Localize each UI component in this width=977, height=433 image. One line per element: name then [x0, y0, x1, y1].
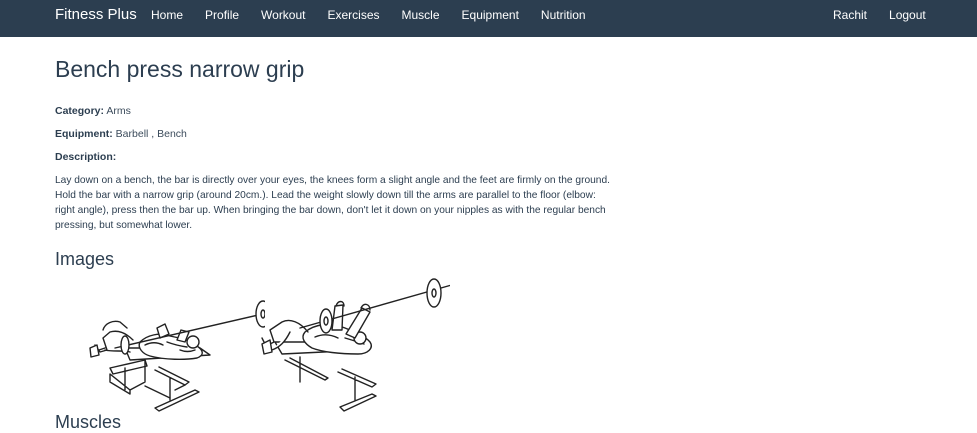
nav-user-link[interactable]: Rachit	[833, 8, 867, 22]
equipment-label: Equipment:	[55, 128, 113, 140]
nav-equipment[interactable]: Equipment	[462, 8, 519, 22]
top-navbar: Fitness Plus Home Profile Workout Exerci…	[0, 0, 977, 37]
logout-link[interactable]: Logout	[889, 8, 926, 22]
category-value: Arms	[106, 105, 131, 117]
exercise-image-start	[85, 290, 281, 415]
description-text: Lay down on a bench, the bar is directly…	[55, 175, 610, 231]
nav-home[interactable]: Home	[151, 8, 183, 22]
nav-nutrition[interactable]: Nutrition	[541, 8, 586, 22]
description-field: Description:	[55, 151, 116, 164]
equipment-value: Barbell , Bench	[115, 128, 187, 140]
exercise-image-end	[260, 272, 456, 417]
nav-muscle[interactable]: Muscle	[402, 8, 440, 22]
nav-exercises[interactable]: Exercises	[328, 8, 380, 22]
page-title: Bench press narrow grip	[55, 56, 305, 82]
equipment-field: Equipment: Barbell , Bench	[55, 128, 187, 141]
category-field: Category: Arms	[55, 105, 131, 118]
nav-links: Home Profile Workout Exercises Muscle Eq…	[151, 8, 608, 22]
brand-link[interactable]: Fitness Plus	[55, 6, 137, 24]
images-heading: Images	[55, 249, 115, 269]
nav-workout[interactable]: Workout	[261, 8, 305, 22]
category-label: Category:	[55, 105, 105, 117]
description-label: Description:	[55, 151, 117, 163]
nav-user-area: Rachit Logout	[833, 8, 948, 22]
muscles-heading: Muscles	[55, 412, 122, 432]
nav-profile[interactable]: Profile	[205, 8, 239, 22]
